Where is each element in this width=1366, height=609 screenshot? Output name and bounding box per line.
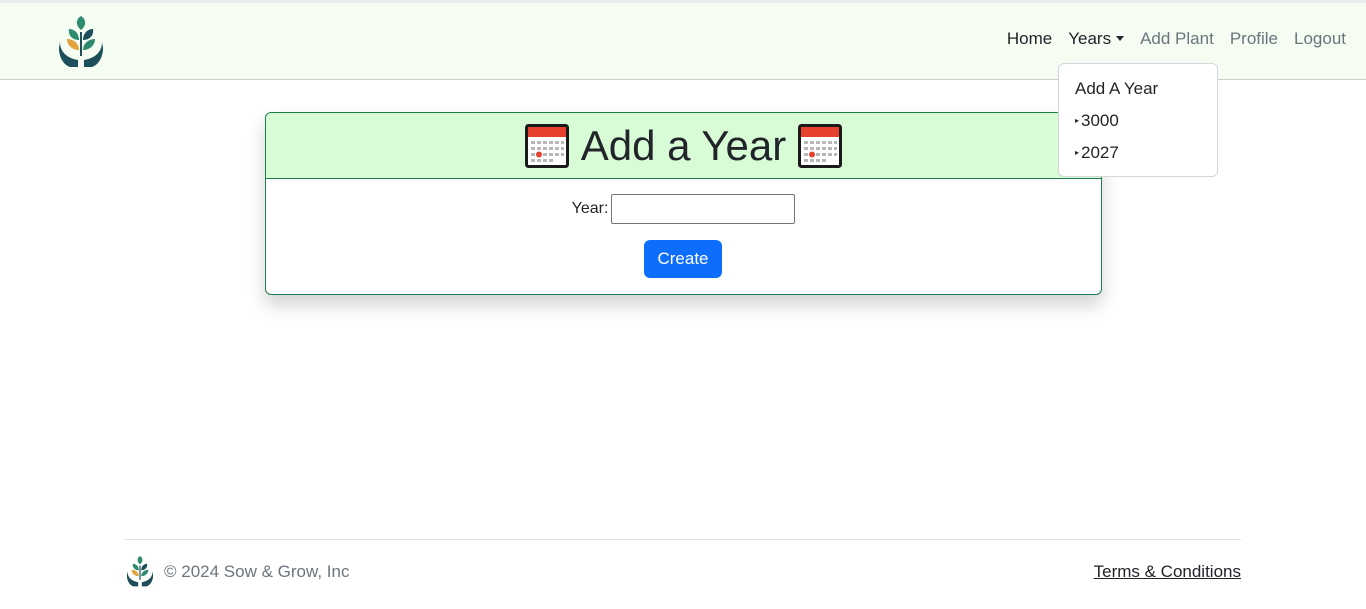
- card-title: Add a Year: [580, 121, 787, 169]
- nav-years-label: Years: [1068, 29, 1112, 48]
- nav-add-plant-link[interactable]: Add Plant: [1140, 29, 1214, 49]
- footer-divider: [125, 539, 1241, 540]
- sprout-in-hands-logo-icon[interactable]: [125, 556, 155, 587]
- years-dropdown-menu: Add A Year ▸ 3000 ▸ 2027: [1058, 63, 1218, 177]
- triangle-right-icon: ▸: [1075, 148, 1080, 157]
- dropdown-item-label: 3000: [1081, 111, 1119, 130]
- nav-logout-link[interactable]: Logout: [1294, 29, 1346, 49]
- nav-years-dropdown-toggle[interactable]: Years: [1068, 29, 1125, 49]
- nav-home-link[interactable]: Home: [1007, 29, 1052, 49]
- year-form-row: Year:: [266, 194, 1101, 224]
- nav-profile-link[interactable]: Profile: [1230, 29, 1278, 49]
- year-input[interactable]: [611, 194, 796, 224]
- dropdown-item-year[interactable]: ▸ 3000: [1059, 109, 1217, 141]
- terms-conditions-link[interactable]: Terms & Conditions: [1094, 562, 1241, 582]
- caret-down-icon: [1116, 36, 1125, 41]
- main-nav: Home Years Add Plant Profile Logout: [991, 29, 1346, 49]
- triangle-right-icon: ▸: [1075, 116, 1080, 125]
- sprout-in-hands-logo-icon[interactable]: [58, 16, 104, 68]
- calendar-icon: [798, 123, 843, 168]
- year-label: Year:: [571, 200, 609, 217]
- footer-copyright: © 2024 Sow & Grow, Inc: [164, 562, 350, 581]
- calendar-icon: [524, 123, 569, 168]
- dropdown-item-label: Add A Year: [1075, 79, 1159, 98]
- create-button[interactable]: Create: [644, 240, 722, 278]
- dropdown-item-year[interactable]: ▸ 2027: [1059, 141, 1217, 173]
- add-year-card: Add a Year Year: Create: [265, 112, 1102, 295]
- dropdown-item-label: 2027: [1081, 143, 1119, 162]
- dropdown-item-add-year[interactable]: Add A Year: [1059, 77, 1217, 109]
- card-header: Add a Year: [266, 113, 1101, 179]
